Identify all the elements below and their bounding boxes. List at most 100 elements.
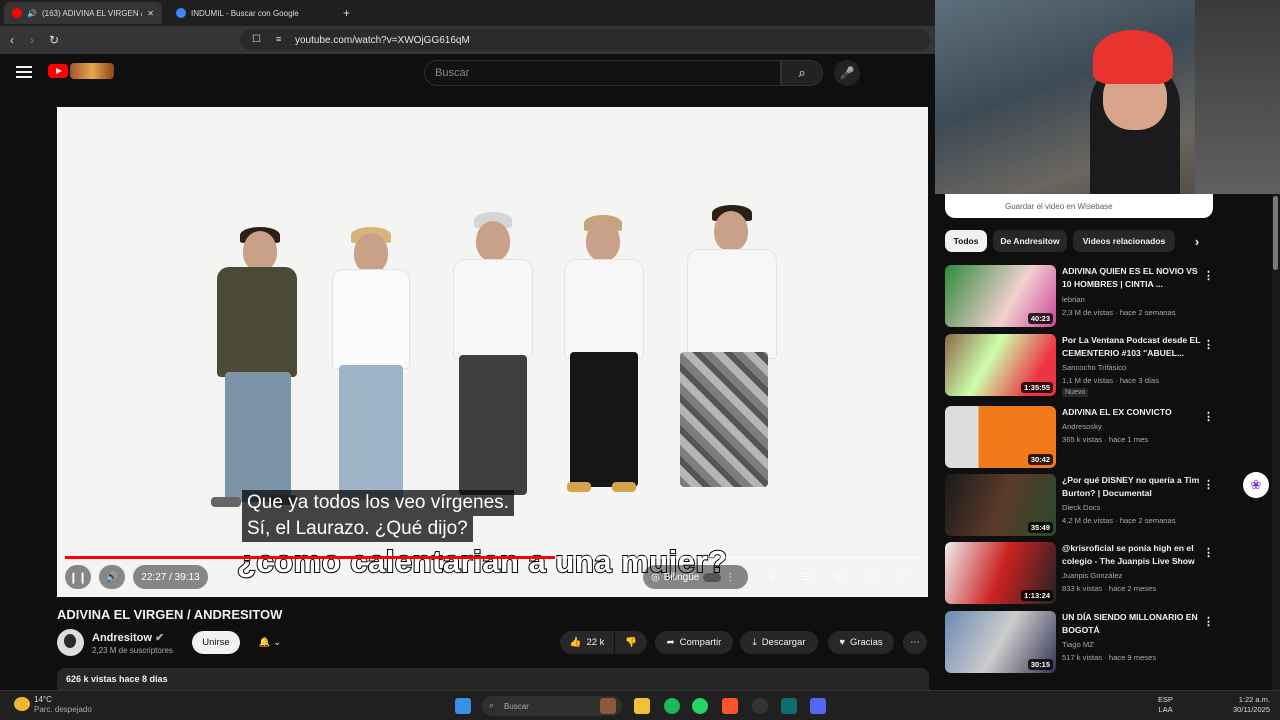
search-icon[interactable]: ⌕: [781, 60, 823, 86]
tab-google[interactable]: INDUMIL - Buscar con Google: [168, 2, 332, 24]
recommendation-title[interactable]: ADIVINA EL EX CONVICTO: [1062, 406, 1209, 419]
recommendation-channel[interactable]: Tiago MZ: [1062, 640, 1094, 649]
chip-de-andresitow[interactable]: De Andresitow: [993, 230, 1067, 252]
recommendation-title[interactable]: UN DÍA SIENDO MILLONARIO EN BOGOTÁ: [1062, 611, 1209, 636]
reload-icon[interactable]: ↻: [49, 33, 59, 47]
toggle-icon[interactable]: [703, 572, 722, 582]
chip-todos[interactable]: Todos: [945, 230, 987, 252]
captions-icon[interactable]: ☰: [795, 565, 817, 589]
youtube-favicon-icon: [12, 8, 22, 18]
windows-start-icon[interactable]: [455, 698, 471, 714]
subtitle-line: Que ya todos los veo vírgenes.: [242, 490, 514, 516]
wisebase-save-strip[interactable]: Guardar el video en Wisebase: [945, 194, 1213, 218]
video-thumbnail[interactable]: 30:42: [945, 406, 1056, 468]
whatsapp-icon[interactable]: [692, 698, 708, 714]
more-actions-icon[interactable]: ⋯: [903, 631, 927, 654]
site-info-icon[interactable]: ≡: [276, 34, 281, 44]
fullscreen-icon[interactable]: ⤢: [891, 565, 913, 589]
download-button[interactable]: ⤓ Descargar: [740, 631, 818, 654]
share-button[interactable]: ➦ Compartir: [655, 631, 733, 654]
chevron-right-icon[interactable]: ›: [1186, 230, 1208, 252]
extension-floating-icon[interactable]: ❀: [1243, 472, 1269, 498]
brave-icon[interactable]: [722, 698, 738, 714]
forward-icon[interactable]: ›: [30, 33, 34, 47]
video-player[interactable]: Que ya todos los veo vírgenes. Sí, el La…: [57, 107, 928, 597]
audio-track-button[interactable]: ◎ Bilingüe ⋮: [643, 565, 748, 589]
youtube-logo-icon[interactable]: [48, 64, 68, 78]
language-indicator[interactable]: ESP LAA: [1158, 695, 1173, 715]
doodle-logo[interactable]: [70, 63, 114, 79]
terminal-icon[interactable]: [781, 698, 797, 714]
volume-icon[interactable]: 🔊: [99, 565, 125, 589]
menu-icon[interactable]: [16, 66, 32, 78]
video-thumbnail[interactable]: 40:23: [945, 265, 1056, 327]
back-icon[interactable]: ‹: [10, 33, 14, 47]
recommendation-item[interactable]: 1:13:24 @krisroficial se ponía high en e…: [945, 542, 1270, 606]
url-field[interactable]: ☐ ≡ youtube.com/watch?v=XWOjGG616qM: [240, 29, 930, 51]
more-icon[interactable]: ⋮: [725, 572, 735, 583]
video-thumbnail[interactable]: 30:15: [945, 611, 1056, 673]
clock-time: 1:22 a.m.: [1238, 695, 1270, 704]
recommendation-channel[interactable]: Andresosky: [1062, 422, 1102, 431]
like-button[interactable]: 👍 22 k: [560, 631, 614, 654]
recommendation-channel[interactable]: Sancocho Trifásico: [1062, 363, 1126, 372]
player-controls: ❙❙ 🔊 22:27 / 39:13 ◎ Bilingüe ⋮ ◑ ☰ ⚙ ▭ …: [65, 565, 920, 591]
spotify-icon[interactable]: [664, 698, 680, 714]
chip-videos-relacionados[interactable]: Videos relacionados: [1073, 230, 1175, 252]
thanks-button[interactable]: ♥ Gracias: [828, 631, 894, 654]
theater-mode-icon[interactable]: ▭: [859, 565, 881, 589]
url-text: youtube.com/watch?v=XWOjGG616qM: [295, 34, 470, 46]
microphone-icon[interactable]: 🎤: [834, 60, 860, 86]
search-input[interactable]: Buscar: [424, 60, 781, 86]
recommendation-item[interactable]: 40:23 ADIVINA QUIEN ES EL NOVIO VS 10 HO…: [945, 265, 1270, 329]
video-thumbnail[interactable]: 35:49: [945, 474, 1056, 536]
recommendation-title[interactable]: Por La Ventana Podcast desde EL CEMENTER…: [1062, 334, 1209, 359]
pause-icon[interactable]: ❙❙: [65, 565, 91, 589]
autoplay-toggle-icon[interactable]: ◑: [761, 565, 783, 589]
file-explorer-icon[interactable]: [634, 698, 650, 714]
channel-name[interactable]: Andresitow ✔: [92, 631, 164, 644]
duration-badge: 1:13:24: [1021, 590, 1053, 601]
recommendation-channel[interactable]: Dieck Docs: [1062, 503, 1100, 512]
progress-bar[interactable]: [65, 556, 920, 559]
recommendation-item[interactable]: 30:15 UN DÍA SIENDO MILLONARIO EN BOGOTÁ…: [945, 611, 1270, 675]
system-clock[interactable]: 1:22 a.m. 30/11/2025: [1224, 695, 1270, 715]
more-options-icon[interactable]: ⋮: [1203, 546, 1214, 559]
recommendation-meta: 365 k vistas · hace 1 mes: [1062, 435, 1149, 444]
more-options-icon[interactable]: ⋮: [1203, 338, 1214, 351]
tab-youtube[interactable]: 🔊 (163) ADIVINA EL VIRGEN / A ✕: [4, 2, 162, 24]
join-button[interactable]: Unirse: [192, 631, 240, 654]
close-tab-icon[interactable]: ✕: [147, 9, 154, 18]
duration-badge: 1:35:55: [1021, 382, 1053, 393]
video-thumbnail[interactable]: 1:13:24: [945, 542, 1056, 604]
avatar[interactable]: [57, 629, 84, 656]
more-options-icon[interactable]: ⋮: [1203, 269, 1214, 282]
weather-widget[interactable]: 14°C Parc. despejado: [12, 695, 92, 715]
obs-icon[interactable]: [752, 698, 768, 714]
new-tab-button[interactable]: +: [335, 2, 358, 24]
recommendation-item[interactable]: 1:35:55 Por La Ventana Podcast desde EL …: [945, 334, 1270, 398]
taskview-icon[interactable]: [600, 698, 616, 714]
recommendation-title[interactable]: @krisroficial se ponía high en el colegi…: [1062, 542, 1209, 567]
recommendation-title[interactable]: ¿Por qué DISNEY no quería a Tim Burton? …: [1062, 474, 1209, 499]
recommendation-item[interactable]: 30:42 ADIVINA EL EX CONVICTO Andresosky …: [945, 406, 1270, 470]
recommendation-title[interactable]: ADIVINA QUIEN ES EL NOVIO VS 10 HOMBRES …: [1062, 265, 1209, 290]
recommendation-item[interactable]: 35:49 ¿Por qué DISNEY no quería a Tim Bu…: [945, 474, 1270, 538]
weather-icon: [14, 697, 30, 711]
scrollbar-thumb[interactable]: [1273, 196, 1278, 270]
views-date: 626 k vistas hace 8 días: [66, 674, 168, 684]
settings-gear-icon[interactable]: ⚙: [827, 565, 849, 589]
recommendation-channel[interactable]: lebrian: [1062, 295, 1085, 304]
background-shelf: [1195, 0, 1280, 194]
dislike-icon[interactable]: 👎: [615, 631, 647, 654]
discord-icon[interactable]: [810, 698, 826, 714]
video-thumbnail[interactable]: 1:35:55: [945, 334, 1056, 396]
tab-title: (163) ADIVINA EL VIRGEN / A: [41, 8, 143, 18]
subtitles: Que ya todos los veo vírgenes. Sí, el La…: [242, 490, 514, 542]
bookmark-icon[interactable]: ☐: [252, 34, 261, 45]
more-options-icon[interactable]: ⋮: [1203, 410, 1214, 423]
more-options-icon[interactable]: ⋮: [1203, 478, 1214, 491]
notifications-bell-icon[interactable]: 🔔 ⌄: [248, 631, 292, 654]
recommendation-channel[interactable]: Juanpis González: [1062, 571, 1122, 580]
more-options-icon[interactable]: ⋮: [1203, 615, 1214, 628]
